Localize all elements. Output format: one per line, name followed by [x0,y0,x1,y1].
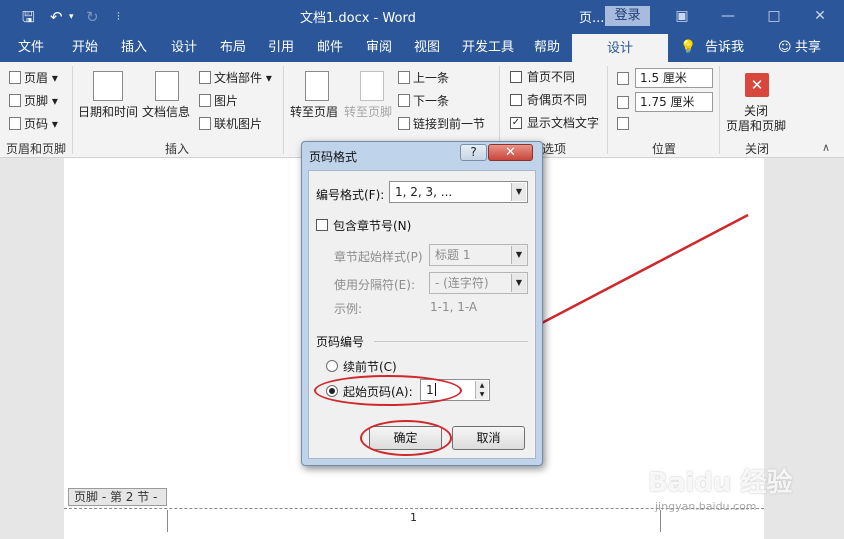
spin-down-icon[interactable]: ▼ [475,390,488,399]
number-format-label: 编号格式(F): [316,188,385,202]
include-chapter-checkbox[interactable] [316,219,328,231]
include-chapter-label: 包含章节号(N) [333,219,412,233]
dialog-title: 页码格式 [309,150,358,164]
group-divider-line [374,341,528,342]
help-button[interactable]: ? [460,144,487,161]
chevron-down-icon: ▼ [511,274,526,292]
chevron-down-icon: ▼ [511,246,526,264]
separator-select[interactable]: - (连字符) ▼ [429,272,528,294]
chevron-down-icon: ▼ [511,183,526,201]
example-value: 1-1, 1-A [430,300,478,314]
close-dialog-button[interactable]: ✕ [488,144,533,161]
continue-previous-label: 续前节(C) [343,360,397,374]
number-format-select[interactable]: 1, 2, 3, ... ▼ [389,181,528,203]
cancel-button[interactable]: 取消 [452,426,525,450]
chapter-style-select[interactable]: 标题 1 ▼ [429,244,528,266]
annotation-circle-ok [360,420,452,456]
example-label: 示例: [334,302,363,316]
spin-up-icon[interactable]: ▲ [475,381,488,390]
annotation-circle-start-at [314,375,462,406]
numbering-group-label: 页码编号 [316,335,365,349]
continue-previous-radio[interactable] [326,360,338,372]
chapter-style-label: 章节起始样式(P) [334,250,423,264]
separator-label: 使用分隔符(E): [334,278,415,292]
